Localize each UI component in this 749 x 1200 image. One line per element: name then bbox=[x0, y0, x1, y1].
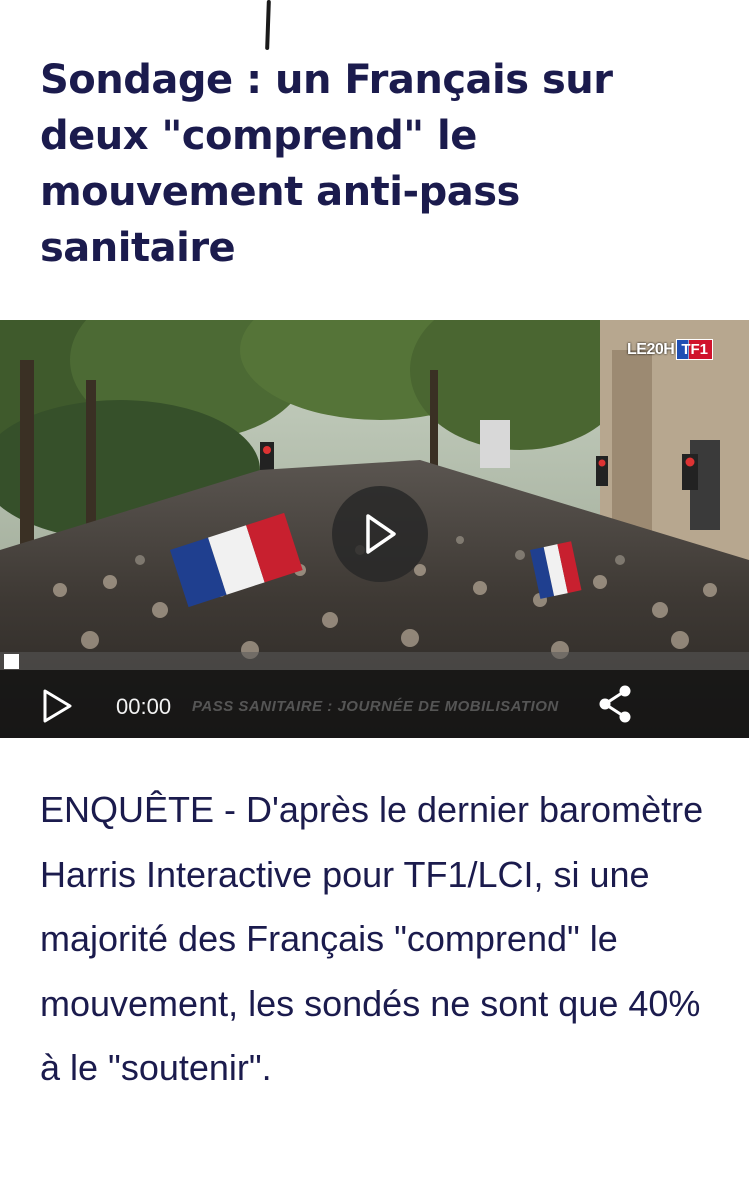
channel-logo: LE20H TF1 bbox=[627, 339, 713, 360]
video-controls-bar: 00:00 PASS SANITAIRE : JOURNÉE DE MOBILI… bbox=[0, 670, 749, 738]
video-player[interactable]: LE20H TF1 00:00 PASS SANITAIRE : JOURNÉE… bbox=[0, 320, 749, 738]
video-progress-bar[interactable] bbox=[0, 652, 749, 670]
program-logo-text: LE20H bbox=[627, 340, 675, 358]
video-caption-overlay: PASS SANITAIRE : JOURNÉE DE MOBILISATION bbox=[192, 698, 559, 715]
play-icon[interactable] bbox=[40, 688, 74, 724]
article-headline: Sondage : un Français sur deux "comprend… bbox=[40, 57, 613, 271]
article-lede: ENQUÊTE - D'après le dernier baromètre H… bbox=[40, 789, 704, 1088]
video-time: 00:00 bbox=[116, 694, 172, 719]
play-icon bbox=[366, 514, 396, 554]
center-play-button[interactable] bbox=[332, 486, 428, 582]
channel-logo-text: TF1 bbox=[676, 339, 713, 360]
top-edge-mark bbox=[265, 0, 271, 51]
progress-scrubber[interactable] bbox=[4, 654, 19, 669]
share-icon[interactable] bbox=[596, 684, 634, 724]
